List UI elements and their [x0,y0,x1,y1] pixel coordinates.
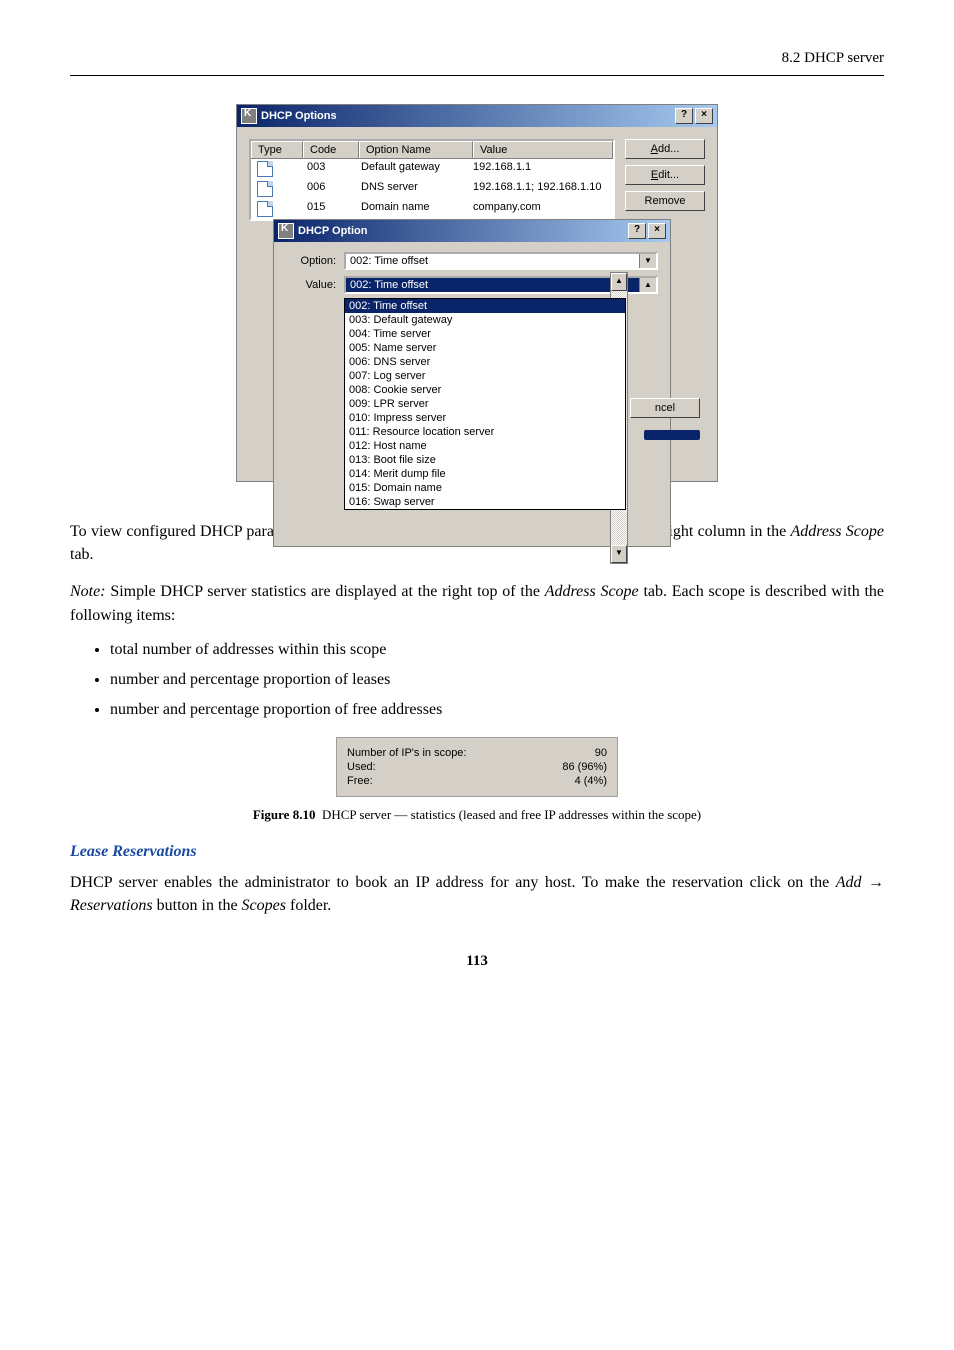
dropdown-item[interactable]: 010: Impress server [345,411,625,425]
dropdown-item[interactable]: 002: Time offset [345,299,625,313]
dhcp-options-dialog: DHCP Options ? × Type Code Option Name V… [236,104,718,482]
chevron-down-icon[interactable]: ▼ [639,254,656,268]
col-option-name[interactable]: Option Name [359,141,473,158]
add-button[interactable]: Add... [625,139,705,159]
chevron-up-icon[interactable]: ▲ [639,278,656,292]
dropdown-item[interactable]: 006: DNS server [345,355,625,369]
document-icon [257,161,273,177]
dropdown-item[interactable]: 016: Swap server [345,495,625,509]
col-type[interactable]: Type [251,141,303,158]
page-number: 113 [70,953,884,970]
remove-button[interactable]: Remove [625,191,705,211]
figure-caption-8-10: Figure 8.10 DHCP server — statistics (le… [70,807,884,823]
help-button[interactable]: ? [628,223,646,239]
grid-row[interactable]: 015 Domain name company.com [251,199,613,219]
list-item: number and percentage proportion of leas… [110,671,884,689]
dropdown-item[interactable]: 005: Name server [345,341,625,355]
dropdown-item[interactable]: 003: Default gateway [345,313,625,327]
grid-row[interactable]: 003 Default gateway 192.168.1.1 [251,159,613,179]
option-combo[interactable]: 002: Time offset ▼ [344,252,658,270]
dropdown-item[interactable]: 008: Cookie server [345,383,625,397]
close-button[interactable]: × [695,108,713,124]
options-grid: Type Code Option Name Value 003 Default … [249,139,615,221]
app-icon [241,108,257,124]
grid-row[interactable]: 006 DNS server 192.168.1.1; 192.168.1.10 [251,179,613,199]
dropdown-item[interactable]: 015: Domain name [345,481,625,495]
paragraph-3: DHCP server enables the administrator to… [70,871,884,917]
list-item: number and percentage proportion of free… [110,701,884,719]
value-label: Value: [286,279,336,291]
dropdown-item[interactable]: 009: LPR server [345,397,625,411]
header-rule [70,75,884,76]
dropdown-item[interactable]: 004: Time server [345,327,625,341]
dhcp-option-dialog: DHCP Option ? × Option: 002: Time offset… [273,219,671,547]
stats-row: Used:86 (96%) [347,760,607,774]
stats-panel: Number of IP's in scope:90 Used:86 (96%)… [336,737,618,797]
dhcp-option-titlebar: DHCP Option ? × [274,220,670,242]
list-item: total number of addresses within this sc… [110,641,884,659]
option-label: Option: [286,255,336,267]
document-icon [257,181,273,197]
dhcp-options-title: DHCP Options [261,110,337,122]
stats-row: Free:4 (4%) [347,774,607,788]
edit-button[interactable]: Edit... [625,165,705,185]
dropdown-item[interactable]: 014: Merit dump file [345,467,625,481]
document-icon [257,201,273,217]
dropdown-item[interactable]: 013: Boot file size [345,453,625,467]
section-heading: Lease Reservations [70,843,884,861]
stats-row: Number of IP's in scope:90 [347,746,607,760]
col-value[interactable]: Value [473,141,613,158]
dhcp-options-titlebar: DHCP Options ? × [237,105,717,127]
scroll-up-icon[interactable]: ▲ [611,273,627,291]
option-dropdown-list[interactable]: 002: Time offset 003: Default gateway 00… [344,298,626,510]
dropdown-item[interactable]: 012: Host name [345,439,625,453]
help-button[interactable]: ? [675,108,693,124]
grid-header: Type Code Option Name Value [251,141,613,159]
cancel-button[interactable]: ncel [630,398,700,418]
app-icon [278,223,294,239]
dropdown-item[interactable]: 007: Log server [345,369,625,383]
scroll-down-icon[interactable]: ▼ [611,545,627,563]
dhcp-option-title: DHCP Option [298,225,367,237]
col-code[interactable]: Code [303,141,359,158]
dropdown-item[interactable]: 011: Resource location server [345,425,625,439]
page-header: 8.2 DHCP server [70,50,884,67]
paragraph-2: Note: Simple DHCP server statistics are … [70,580,884,626]
bullet-list: total number of addresses within this sc… [110,641,884,719]
close-button[interactable]: × [648,223,666,239]
partial-button-strip [644,430,700,440]
